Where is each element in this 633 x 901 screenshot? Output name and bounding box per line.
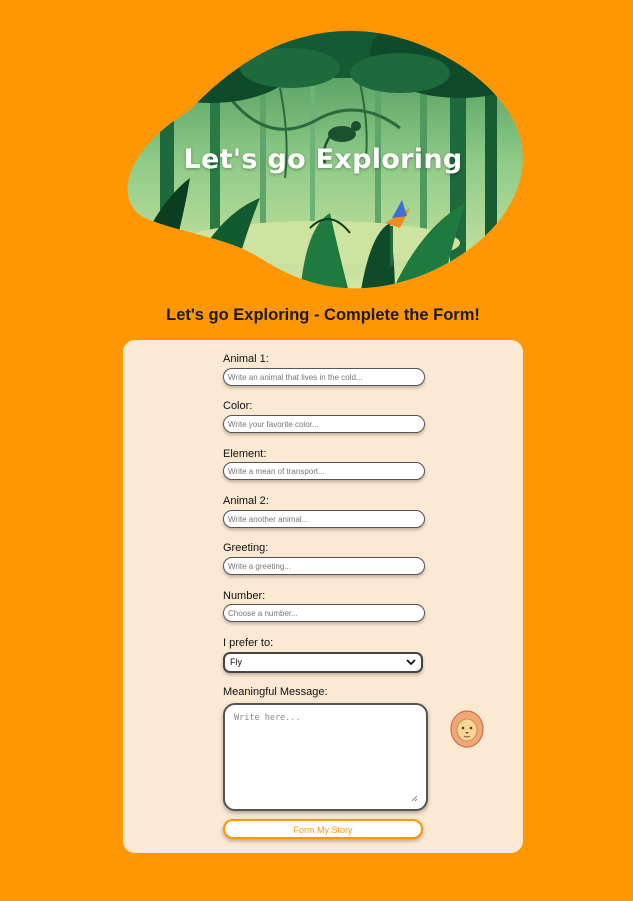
greeting-input[interactable] bbox=[223, 557, 425, 575]
message-label: Meaningful Message: bbox=[223, 686, 328, 698]
message-textarea[interactable] bbox=[223, 703, 428, 811]
resize-handle[interactable] bbox=[411, 795, 418, 802]
preference-label: I prefer to: bbox=[223, 637, 274, 649]
form-heading: Let's go Exploring - Complete the Form! bbox=[166, 306, 480, 324]
animal1-input[interactable] bbox=[223, 368, 425, 386]
number-input[interactable] bbox=[223, 604, 425, 622]
number-label: Number: bbox=[223, 590, 266, 602]
color-input[interactable] bbox=[223, 415, 425, 433]
animal2-input[interactable] bbox=[223, 510, 425, 528]
hero-title: Let's go Exploring bbox=[183, 144, 463, 175]
form-my-story-button[interactable]: Form My Story bbox=[223, 819, 423, 839]
preference-select[interactable]: Fly bbox=[223, 652, 423, 673]
animal2-label: Animal 2: bbox=[223, 495, 269, 507]
greeting-label: Greeting: bbox=[223, 542, 269, 554]
story-form: Animal 1: Color: Element: Animal 2: Gree… bbox=[123, 340, 523, 853]
color-label: Color: bbox=[223, 400, 253, 412]
lion-icon bbox=[450, 710, 484, 748]
hero-banner: Let's go Exploring bbox=[120, 28, 526, 296]
animal1-label: Animal 1: bbox=[223, 353, 269, 365]
chevron-down-icon bbox=[406, 659, 416, 666]
element-input[interactable] bbox=[223, 462, 425, 480]
preference-selected-value: Fly bbox=[230, 657, 242, 667]
element-label: Element: bbox=[223, 448, 267, 460]
